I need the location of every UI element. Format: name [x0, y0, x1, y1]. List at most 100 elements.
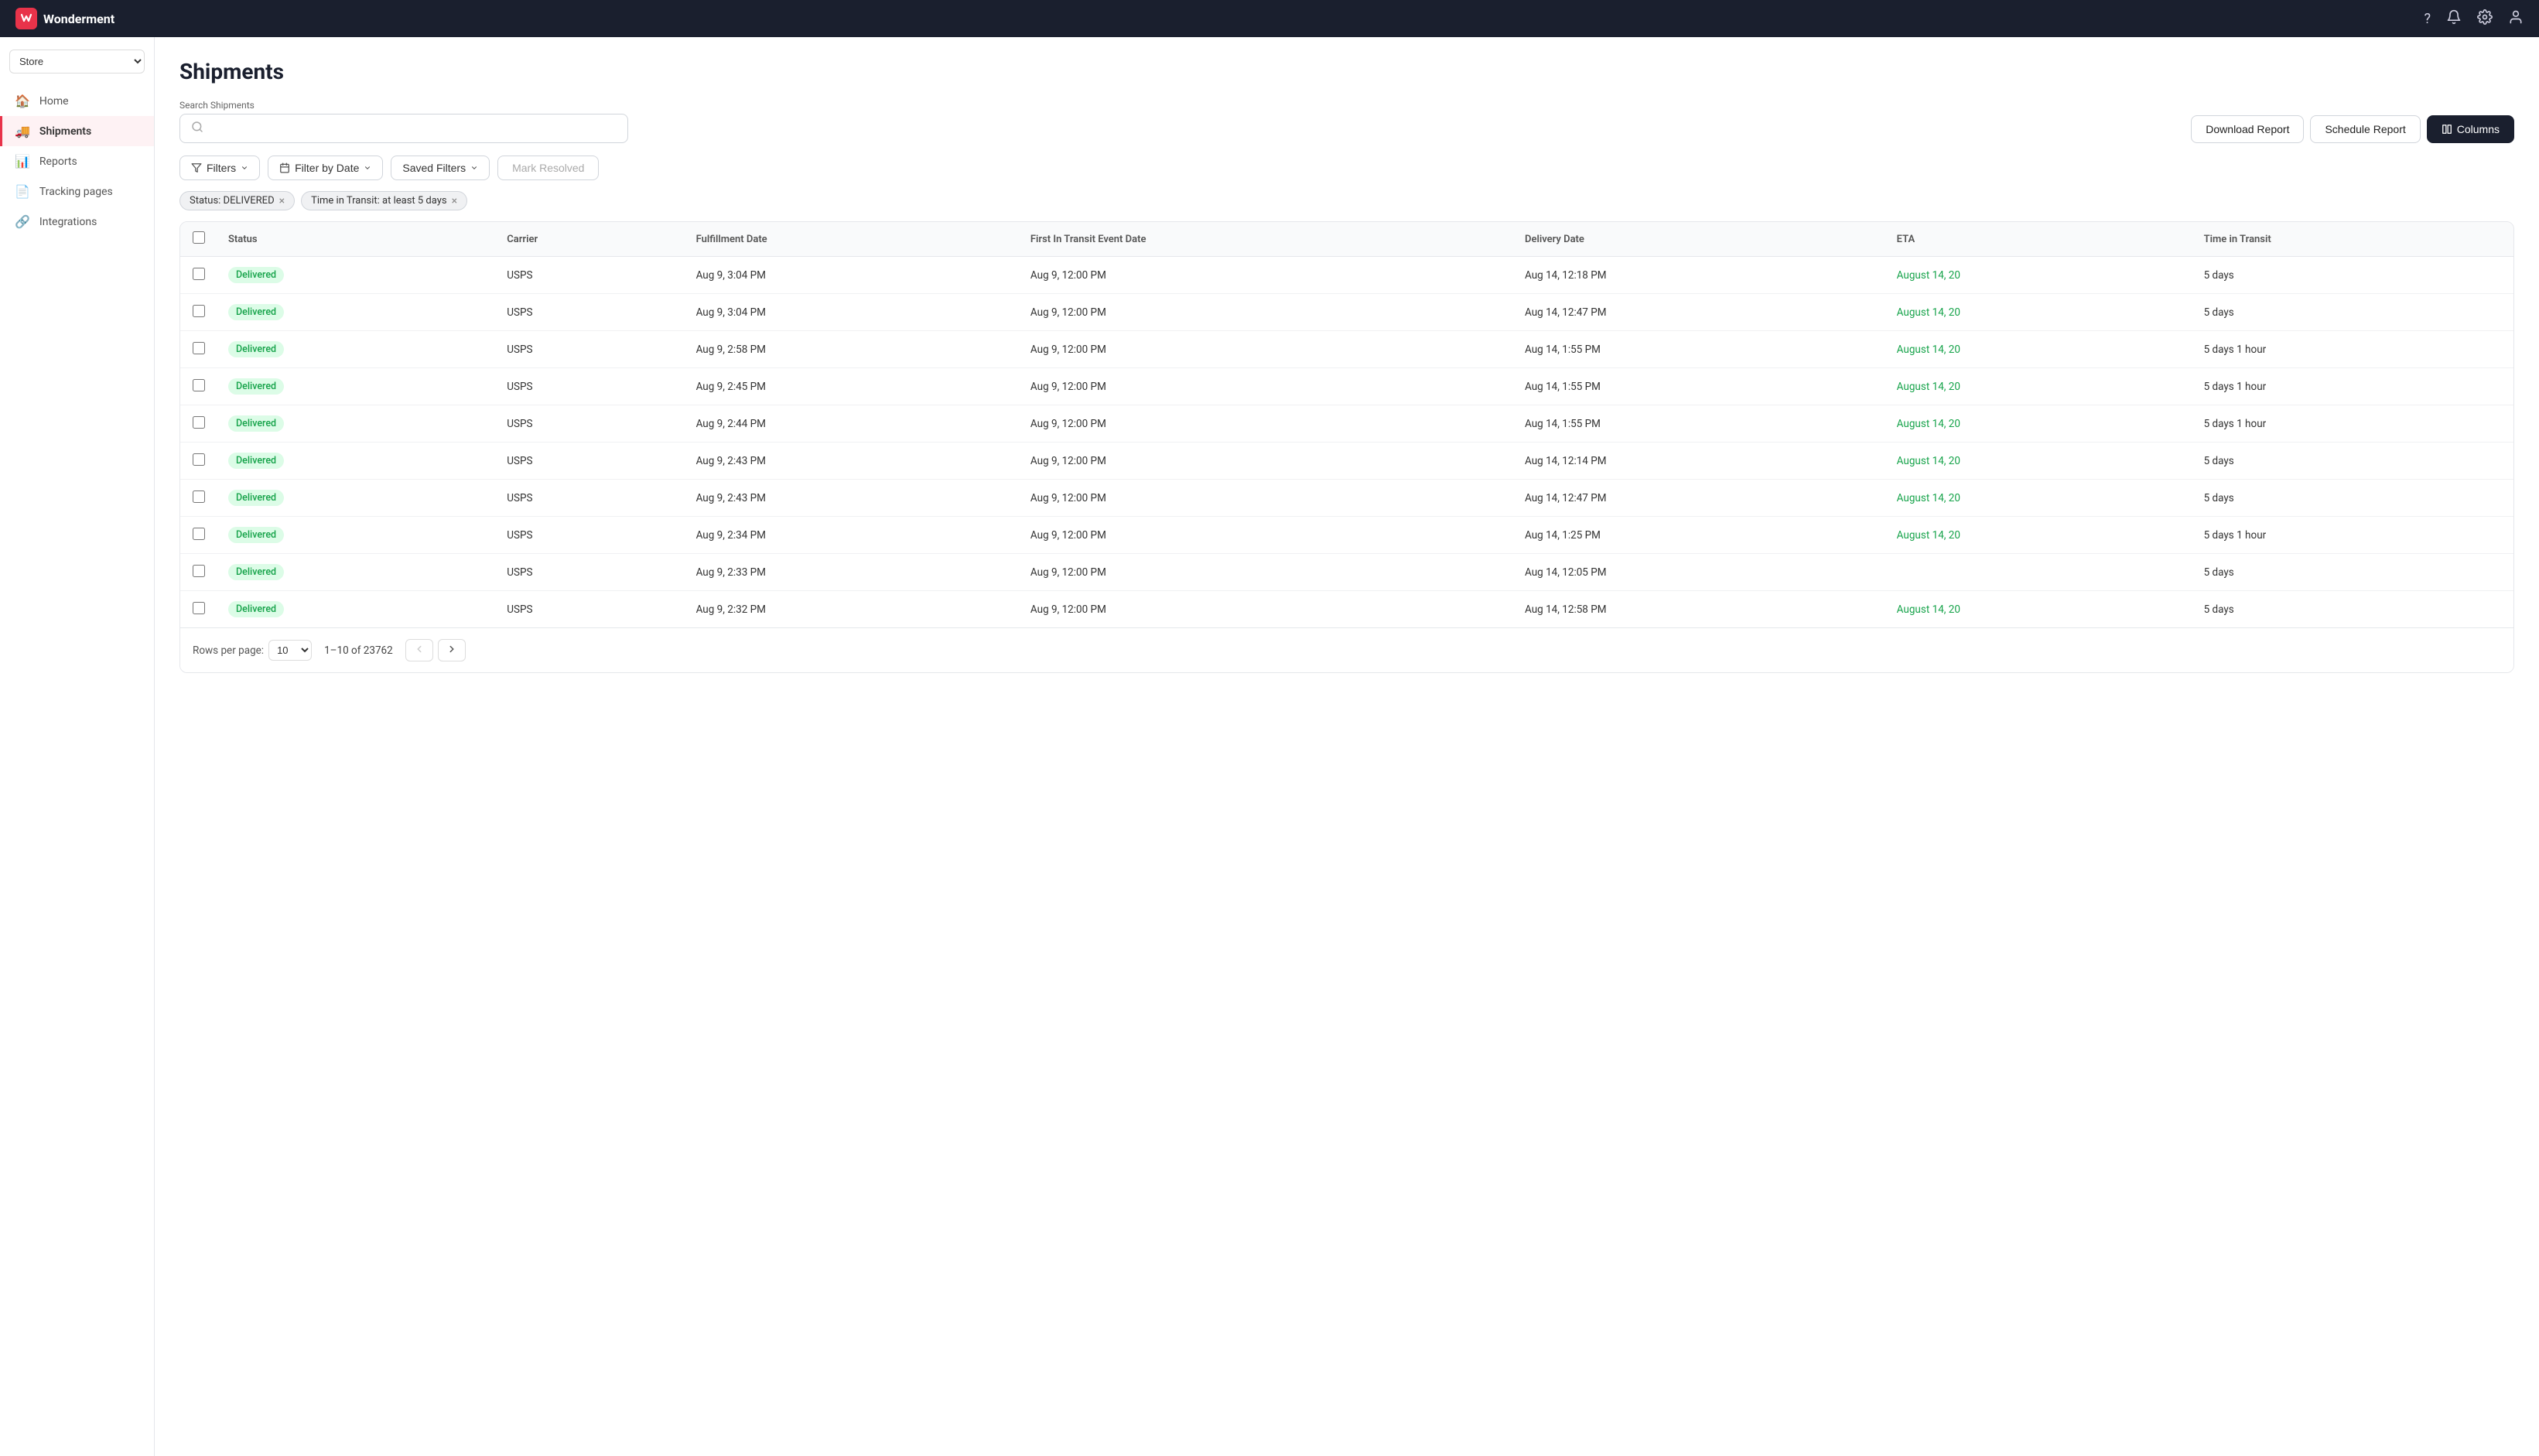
mark-resolved-button[interactable]: Mark Resolved: [497, 156, 599, 180]
profile-icon[interactable]: [2508, 9, 2524, 29]
row-7-transit-time: 5 days 1 hour: [2193, 517, 2513, 554]
row-3-status: Delivered: [217, 368, 496, 405]
row-3-carrier: USPS: [496, 368, 685, 405]
row-4-eta: August 14, 20: [1886, 405, 2193, 443]
row-0-status: Delivered: [217, 257, 496, 294]
row-9-transit-time: 5 days: [2193, 591, 2513, 628]
sidebar-item-shipments[interactable]: 🚚 Shipments: [0, 116, 154, 146]
table-row: Delivered USPS Aug 9, 2:33 PM Aug 9, 12:…: [180, 554, 2513, 591]
row-9-status: Delivered: [217, 591, 496, 628]
main-content: Shipments Search Shipments Download Repo…: [155, 37, 2539, 1456]
table-body: Delivered USPS Aug 9, 3:04 PM Aug 9, 12:…: [180, 257, 2513, 628]
shipments-nav-icon: 🚚: [15, 124, 30, 138]
search-input[interactable]: [210, 122, 617, 135]
home-nav-icon: 🏠: [15, 94, 30, 108]
row-4-checkbox[interactable]: [193, 416, 205, 429]
columns-label: Columns: [2457, 123, 2500, 135]
row-3-transit-time: 5 days 1 hour: [2193, 368, 2513, 405]
row-1-checkbox[interactable]: [193, 305, 205, 317]
schedule-report-button[interactable]: Schedule Report: [2310, 115, 2420, 143]
app-name: Wonderment: [43, 12, 114, 26]
saved-filters-button[interactable]: Saved Filters: [391, 156, 490, 180]
table-row: Delivered USPS Aug 9, 2:44 PM Aug 9, 12:…: [180, 405, 2513, 443]
row-7-checkbox[interactable]: [193, 528, 205, 540]
row-6-status: Delivered: [217, 480, 496, 517]
table-row: Delivered USPS Aug 9, 3:04 PM Aug 9, 12:…: [180, 294, 2513, 331]
top-nav-icons: ?: [2424, 9, 2524, 29]
row-9-carrier: USPS: [496, 591, 685, 628]
row-1-delivery-date: Aug 14, 12:47 PM: [1514, 294, 1886, 331]
store-select[interactable]: Store: [9, 50, 145, 73]
pagination: Rows per page: 102550100 1–10 of 23762: [180, 627, 2513, 672]
columns-button[interactable]: Columns: [2427, 115, 2514, 143]
row-7-first-in-transit: Aug 9, 12:00 PM: [1020, 517, 1514, 554]
select-all-checkbox[interactable]: [193, 231, 205, 244]
sidebar-item-home[interactable]: 🏠 Home: [0, 86, 154, 116]
row-6-checkbox[interactable]: [193, 490, 205, 503]
row-8-carrier: USPS: [496, 554, 685, 591]
row-0-fulfillment-date: Aug 9, 3:04 PM: [685, 257, 1020, 294]
tracking-pages-nav-label: Tracking pages: [39, 186, 113, 198]
filter-tag-close-0[interactable]: ×: [279, 196, 285, 207]
row-6-transit-time: 5 days: [2193, 480, 2513, 517]
row-0-transit-time: 5 days: [2193, 257, 2513, 294]
shipments-table: Status Carrier Fulfillment Date First In…: [180, 222, 2513, 627]
filter-tag-label-1: Time in Transit: at least 5 days: [311, 195, 447, 207]
notifications-icon[interactable]: [2446, 9, 2462, 29]
row-4-status: Delivered: [217, 405, 496, 443]
first-in-transit-column-header: First In Transit Event Date: [1020, 222, 1514, 257]
filter-tags: Status: DELIVERED × Time in Transit: at l…: [179, 191, 2514, 210]
pagination-next-button[interactable]: [438, 639, 466, 661]
sidebar-item-tracking-pages[interactable]: 📄 Tracking pages: [0, 176, 154, 207]
filter-tag-close-1[interactable]: ×: [452, 196, 457, 207]
row-4-fulfillment-date: Aug 9, 2:44 PM: [685, 405, 1020, 443]
delivery-date-column-header: Delivery Date: [1514, 222, 1886, 257]
logo-icon: [15, 8, 37, 29]
filter-tag-1: Time in Transit: at least 5 days ×: [301, 191, 467, 210]
download-report-button[interactable]: Download Report: [2191, 115, 2304, 143]
table-row: Delivered USPS Aug 9, 2:34 PM Aug 9, 12:…: [180, 517, 2513, 554]
row-5-fulfillment-date: Aug 9, 2:43 PM: [685, 443, 1020, 480]
row-9-eta: August 14, 20: [1886, 591, 2193, 628]
table-row: Delivered USPS Aug 9, 2:32 PM Aug 9, 12:…: [180, 591, 2513, 628]
table-row: Delivered USPS Aug 9, 2:45 PM Aug 9, 12:…: [180, 368, 2513, 405]
rows-per-page-select[interactable]: 102550100: [268, 640, 312, 661]
sidebar-item-integrations[interactable]: 🔗 Integrations: [0, 207, 154, 237]
row-5-delivery-date: Aug 14, 12:14 PM: [1514, 443, 1886, 480]
row-5-checkbox-cell: [180, 443, 217, 480]
row-5-checkbox[interactable]: [193, 453, 205, 466]
row-5-carrier: USPS: [496, 443, 685, 480]
row-9-checkbox-cell: [180, 591, 217, 628]
sidebar-nav: 🏠 Home🚚 Shipments📊 Reports📄 Tracking pag…: [0, 86, 154, 237]
filter-tag-0: Status: DELIVERED ×: [179, 191, 295, 210]
row-2-carrier: USPS: [496, 331, 685, 368]
filters-button[interactable]: Filters: [179, 156, 260, 180]
search-icon: [191, 121, 203, 136]
row-9-checkbox[interactable]: [193, 602, 205, 614]
store-selector[interactable]: Store: [0, 43, 154, 80]
pagination-prev-button[interactable]: [405, 639, 433, 661]
filter-by-date-label: Filter by Date: [295, 162, 359, 174]
row-6-fulfillment-date: Aug 9, 2:43 PM: [685, 480, 1020, 517]
sidebar-item-reports[interactable]: 📊 Reports: [0, 146, 154, 176]
row-1-checkbox-cell: [180, 294, 217, 331]
row-3-checkbox-cell: [180, 368, 217, 405]
row-1-fulfillment-date: Aug 9, 3:04 PM: [685, 294, 1020, 331]
filter-by-date-button[interactable]: Filter by Date: [268, 156, 383, 180]
row-8-delivery-date: Aug 14, 12:05 PM: [1514, 554, 1886, 591]
row-0-delivery-date: Aug 14, 12:18 PM: [1514, 257, 1886, 294]
row-6-carrier: USPS: [496, 480, 685, 517]
fulfillment-date-column-header: Fulfillment Date: [685, 222, 1020, 257]
table-row: Delivered USPS Aug 9, 3:04 PM Aug 9, 12:…: [180, 257, 2513, 294]
row-2-delivery-date: Aug 14, 1:55 PM: [1514, 331, 1886, 368]
row-8-checkbox[interactable]: [193, 565, 205, 577]
row-7-eta: August 14, 20: [1886, 517, 2193, 554]
row-0-checkbox[interactable]: [193, 268, 205, 280]
help-icon[interactable]: ?: [2424, 11, 2431, 27]
row-4-transit-time: 5 days 1 hour: [2193, 405, 2513, 443]
search-input-wrapper: [179, 114, 628, 143]
table-row: Delivered USPS Aug 9, 2:43 PM Aug 9, 12:…: [180, 443, 2513, 480]
row-3-checkbox[interactable]: [193, 379, 205, 391]
settings-icon[interactable]: [2477, 9, 2493, 29]
row-2-checkbox[interactable]: [193, 342, 205, 354]
